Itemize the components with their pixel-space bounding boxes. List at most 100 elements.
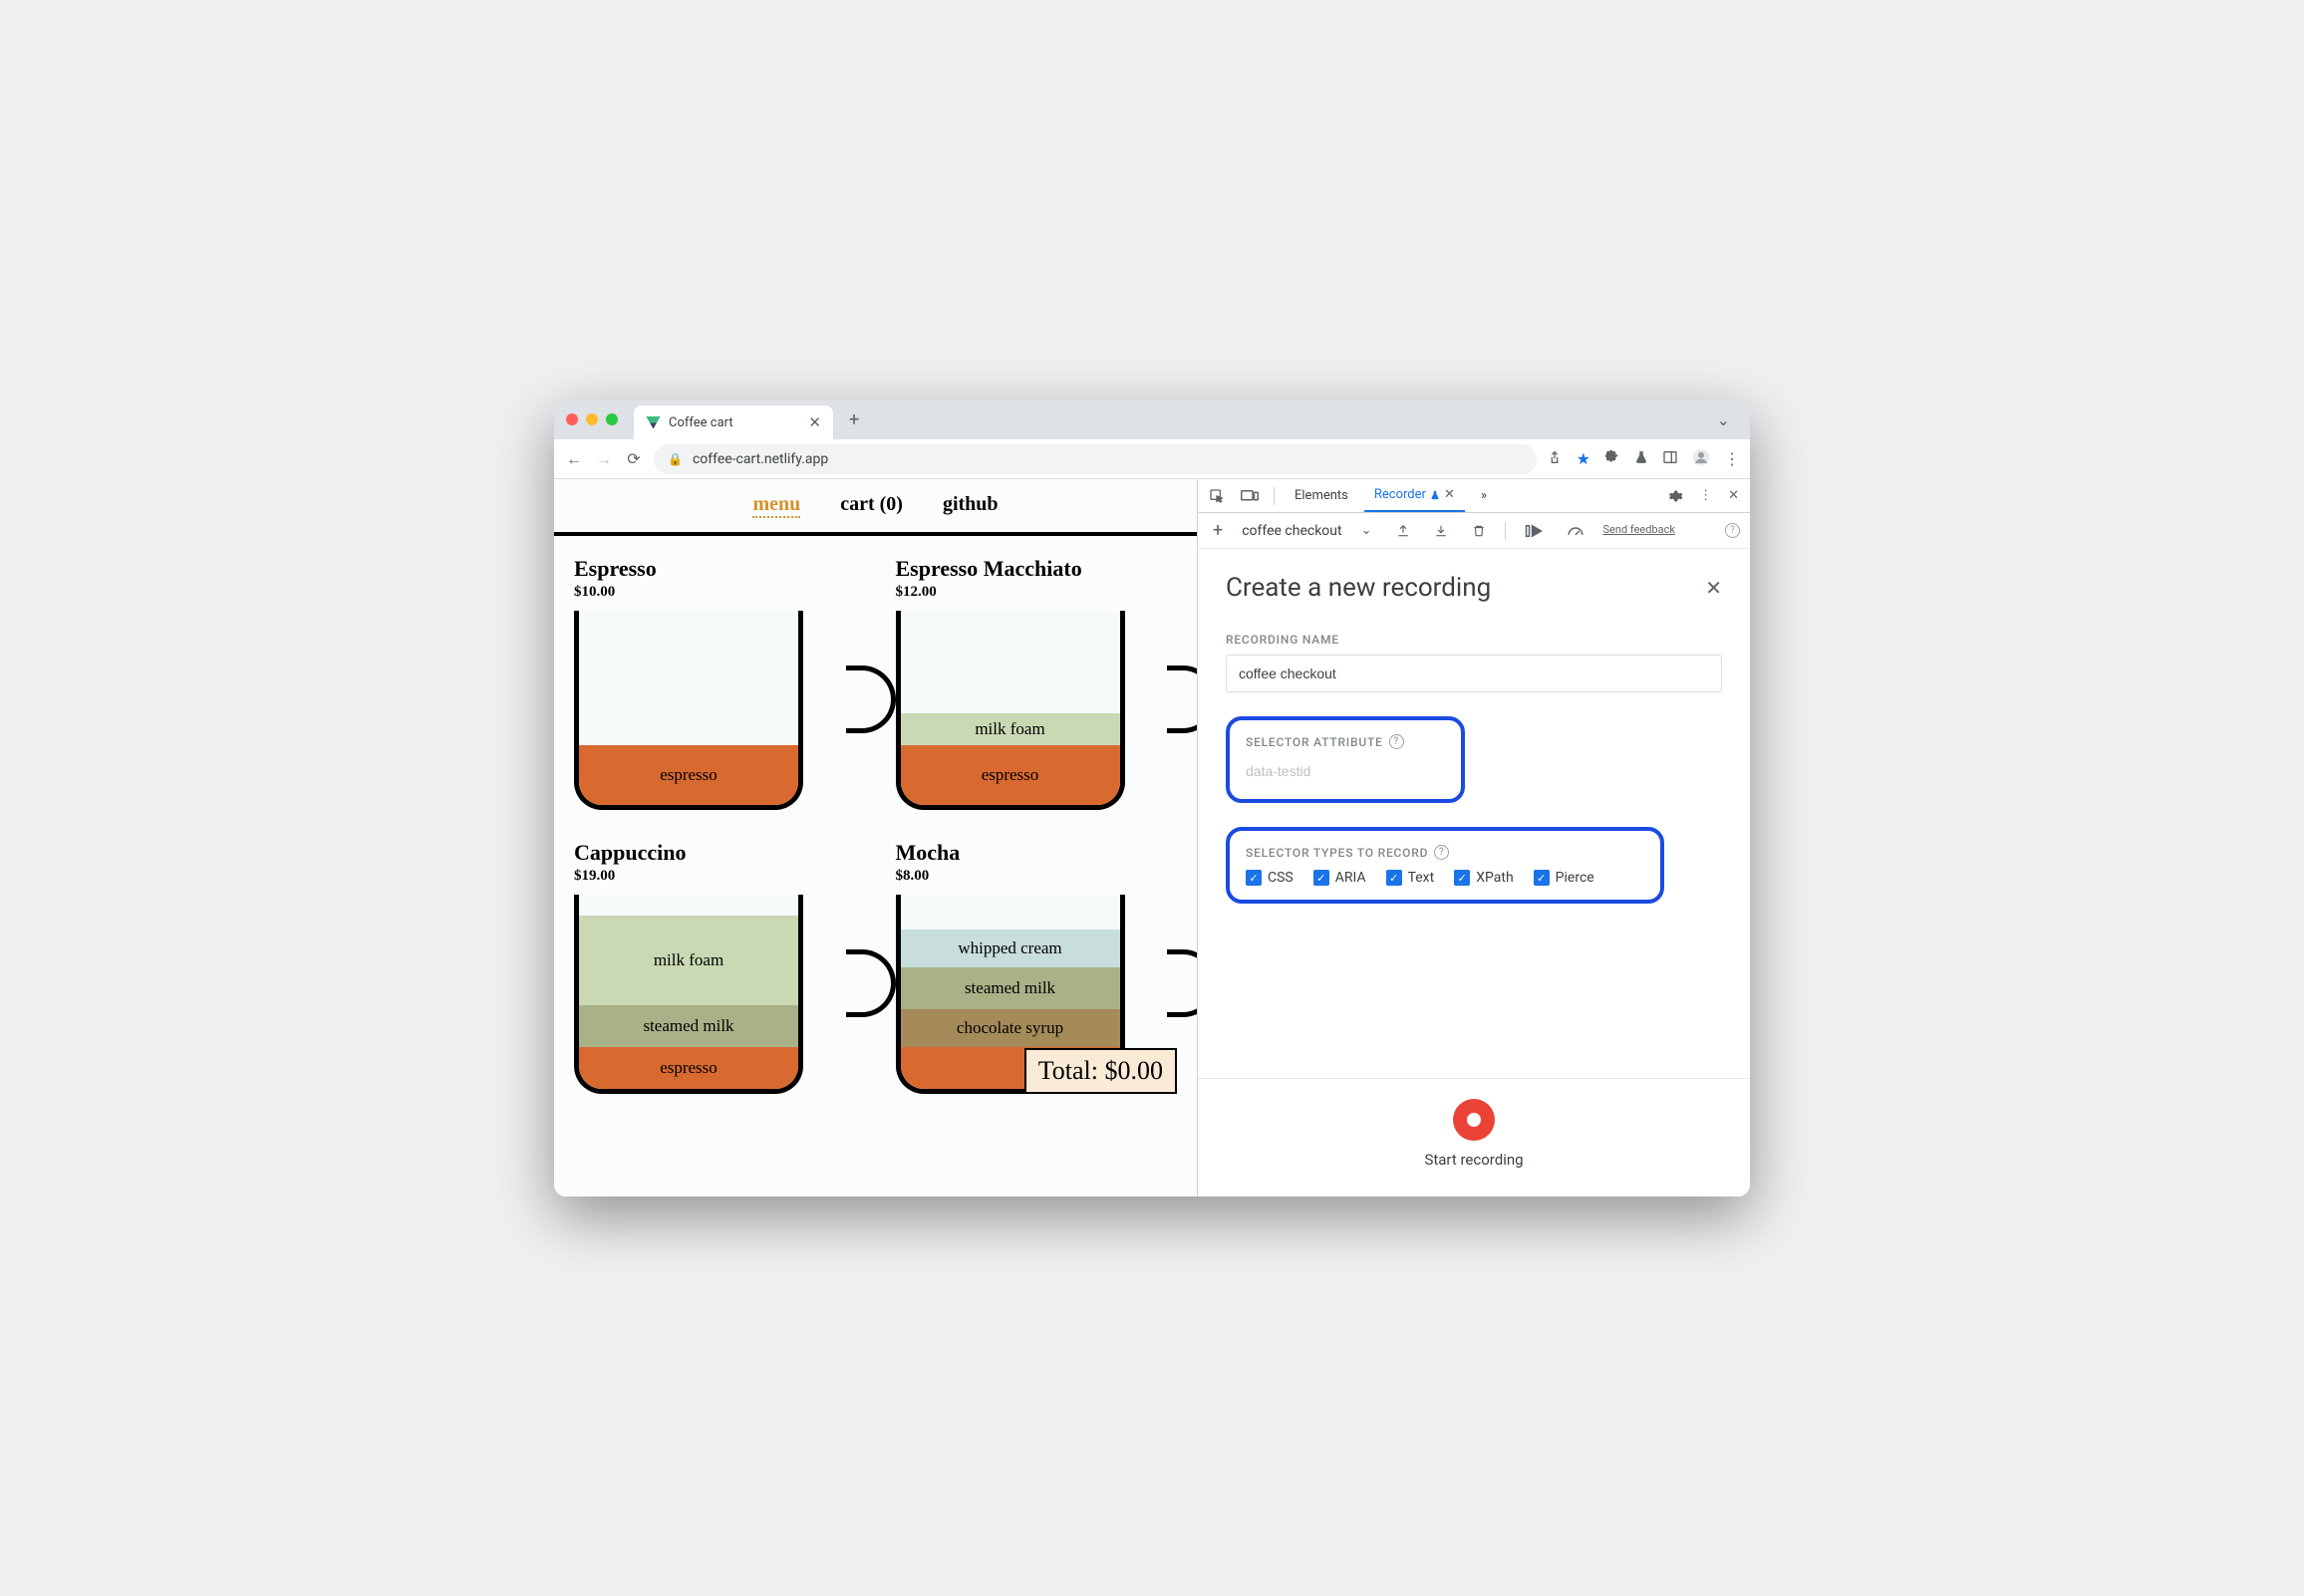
- maximize-window-button[interactable]: [606, 413, 618, 425]
- lock-icon: 🔒: [668, 452, 683, 466]
- layer-milk-foam: milk foam: [579, 916, 798, 1005]
- cup: milk foam espresso: [896, 611, 1178, 810]
- cup: milk foam steamed milk espresso: [574, 895, 856, 1094]
- close-tab-button[interactable]: ✕: [808, 413, 821, 431]
- start-recording-button[interactable]: [1453, 1099, 1495, 1141]
- new-tab-button[interactable]: +: [841, 409, 867, 430]
- cup-handle: [1167, 665, 1197, 733]
- nav-github[interactable]: github: [943, 493, 999, 518]
- inspect-element-icon[interactable]: [1204, 488, 1230, 504]
- cup-handle: [846, 665, 896, 733]
- url-text: coffee-cart.netlify.app: [693, 451, 828, 467]
- share-icon[interactable]: [1547, 449, 1563, 469]
- tab-more[interactable]: »: [1471, 479, 1497, 512]
- extensions-icon[interactable]: [1604, 449, 1620, 469]
- checkbox-pierce[interactable]: ✓Pierce: [1534, 870, 1594, 886]
- product-espresso[interactable]: Espresso $10.00 espresso: [574, 556, 856, 810]
- window-controls: [566, 413, 618, 425]
- content-area: menu cart (0) github Espresso $10.00 esp…: [554, 479, 1750, 1197]
- recorder-toolbar: + coffee checkout ⌄ Se: [1198, 513, 1750, 549]
- reload-button[interactable]: ⟳: [624, 449, 644, 468]
- browser-tab[interactable]: Coffee cart ✕: [634, 405, 833, 439]
- tab-title: Coffee cart: [669, 415, 733, 430]
- separator: [1505, 522, 1506, 540]
- current-recording-name: coffee checkout: [1242, 523, 1341, 539]
- page-content: menu cart (0) github Espresso $10.00 esp…: [554, 479, 1197, 1197]
- add-recording-icon[interactable]: +: [1208, 520, 1228, 541]
- product-price: $12.00: [896, 584, 1178, 601]
- devtools-panel: Elements Recorder ✕ » ⋮ ✕ + coffee check…: [1197, 479, 1750, 1197]
- page-nav: menu cart (0) github: [554, 479, 1197, 532]
- close-panel-icon[interactable]: ✕: [1705, 576, 1722, 600]
- settings-icon[interactable]: [1662, 488, 1688, 504]
- bookmark-icon[interactable]: ★: [1577, 449, 1590, 468]
- tab-overflow-button[interactable]: ⌄: [1709, 410, 1738, 429]
- send-feedback-link[interactable]: Send feedback: [1603, 524, 1675, 536]
- product-name: Espresso Macchiato: [896, 556, 1178, 582]
- layer-whipped-cream: whipped cream: [901, 930, 1120, 967]
- tab-bar: Coffee cart ✕ + ⌄: [554, 399, 1750, 439]
- selector-attribute-label: SELECTOR ATTRIBUTE ?: [1246, 734, 1445, 749]
- tab-recorder[interactable]: Recorder ✕: [1364, 479, 1465, 512]
- address-bar-row: ← → ⟳ 🔒 coffee-cart.netlify.app ★: [554, 439, 1750, 479]
- layer-espresso: espresso: [901, 745, 1120, 805]
- help-icon[interactable]: ?: [1389, 734, 1404, 749]
- layer-steamed-milk: steamed milk: [579, 1005, 798, 1047]
- checkbox-aria[interactable]: ✓ARIA: [1313, 870, 1366, 886]
- product-name: Espresso: [574, 556, 856, 582]
- selector-types-label: SELECTOR TYPES TO RECORD ?: [1246, 845, 1644, 860]
- minimize-window-button[interactable]: [586, 413, 598, 425]
- profile-icon[interactable]: [1692, 448, 1710, 470]
- selector-types-box: SELECTOR TYPES TO RECORD ? ✓CSS ✓ARIA ✓T…: [1226, 827, 1664, 904]
- export-icon[interactable]: [1391, 523, 1415, 539]
- selector-attribute-input[interactable]: [1246, 757, 1445, 785]
- checkbox-text[interactable]: ✓Text: [1386, 870, 1435, 886]
- cup: espresso: [574, 611, 856, 810]
- separator: [1274, 487, 1275, 505]
- close-window-button[interactable]: [566, 413, 578, 425]
- product-espresso-macchiato[interactable]: Espresso Macchiato $12.00 milk foam espr…: [896, 556, 1178, 810]
- product-grid: Espresso $10.00 espresso Espresso Macchi…: [554, 532, 1197, 1114]
- product-cappuccino[interactable]: Cappuccino $19.00 milk foam steamed milk…: [574, 840, 856, 1094]
- product-price: $8.00: [896, 868, 1178, 885]
- help-icon[interactable]: ?: [1434, 845, 1449, 860]
- product-price: $19.00: [574, 868, 856, 885]
- forward-button[interactable]: →: [594, 449, 614, 469]
- layer-steamed-milk: steamed milk: [901, 967, 1120, 1009]
- close-devtools-icon[interactable]: ✕: [1723, 488, 1744, 503]
- product-name: Cappuccino: [574, 840, 856, 866]
- device-toggle-icon[interactable]: [1236, 489, 1264, 503]
- url-bar[interactable]: 🔒 coffee-cart.netlify.app: [654, 444, 1537, 474]
- performance-icon[interactable]: [1562, 524, 1589, 538]
- dropdown-icon[interactable]: ⌄: [1356, 523, 1377, 538]
- browser-window: Coffee cart ✕ + ⌄ ← → ⟳ 🔒 coffee-cart.ne…: [554, 399, 1750, 1197]
- cup-handle: [1167, 949, 1197, 1017]
- back-button[interactable]: ←: [564, 449, 584, 469]
- labs-icon[interactable]: [1634, 449, 1648, 469]
- tab-elements[interactable]: Elements: [1285, 479, 1358, 512]
- side-panel-icon[interactable]: [1662, 449, 1678, 469]
- selector-types-row: ✓CSS ✓ARIA ✓Text ✓XPath ✓Pierce: [1246, 870, 1644, 886]
- flask-icon: [1430, 489, 1440, 501]
- import-icon[interactable]: [1429, 523, 1453, 539]
- nav-cart[interactable]: cart (0): [840, 493, 903, 518]
- delete-icon[interactable]: [1467, 523, 1491, 539]
- toolbar-icons: ★ ⋮: [1547, 448, 1740, 470]
- start-recording-label: Start recording: [1424, 1151, 1523, 1169]
- recording-name-input[interactable]: [1226, 655, 1722, 692]
- panel-title: Create a new recording ✕: [1226, 573, 1722, 603]
- vue-icon: [646, 416, 661, 429]
- recorder-body: Create a new recording ✕ RECORDING NAME …: [1198, 549, 1750, 1078]
- checkbox-css[interactable]: ✓CSS: [1246, 870, 1294, 886]
- cart-total[interactable]: Total: $0.00: [1024, 1048, 1177, 1094]
- recording-name-label: RECORDING NAME: [1226, 633, 1722, 647]
- nav-menu[interactable]: menu: [752, 493, 800, 518]
- layer-milk-foam: milk foam: [901, 713, 1120, 745]
- recorder-footer: Start recording: [1198, 1078, 1750, 1197]
- checkbox-xpath[interactable]: ✓XPath: [1454, 870, 1513, 886]
- help-icon[interactable]: ?: [1725, 523, 1740, 538]
- replay-icon[interactable]: [1520, 524, 1548, 538]
- close-tab-icon[interactable]: ✕: [1444, 487, 1455, 502]
- chrome-menu-icon[interactable]: ⋮: [1724, 449, 1740, 468]
- kebab-menu-icon[interactable]: ⋮: [1694, 488, 1717, 503]
